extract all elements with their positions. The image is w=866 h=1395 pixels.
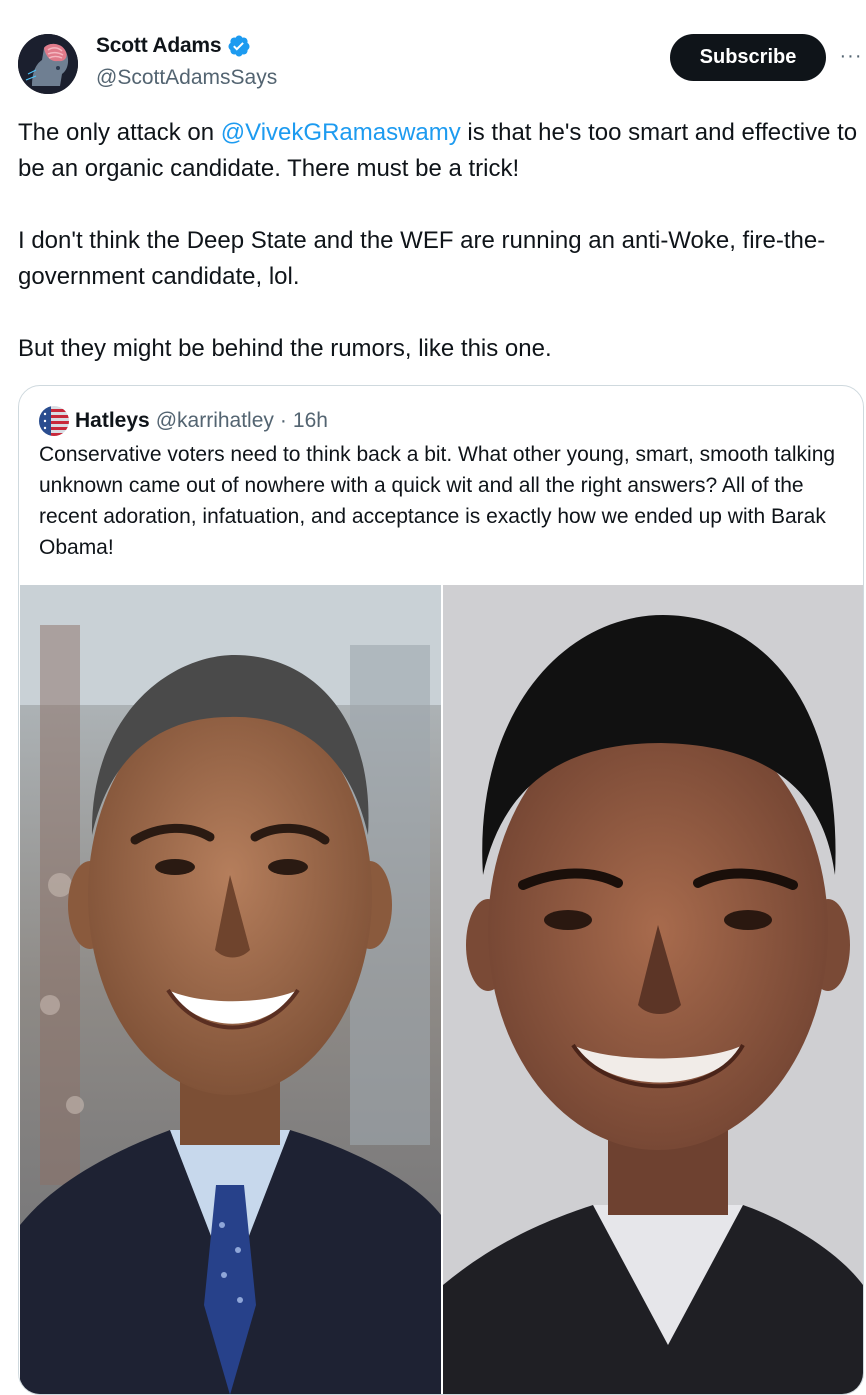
verified-badge-icon	[228, 35, 250, 57]
quoted-tweet-header: Hatleys @karrihatley · 16h	[39, 406, 328, 436]
mention-link[interactable]: @VivekGRamaswamy	[221, 119, 461, 146]
tweet-text-segment: The only attack on	[18, 119, 221, 146]
tweet-paragraph-3: But they might be behind the rumors, lik…	[18, 335, 552, 362]
portrait-photo-left[interactable]	[20, 585, 441, 1394]
tweet-text: The only attack on @VivekGRamaswamy is t…	[18, 115, 858, 367]
separator-dot: ·	[279, 409, 287, 432]
subscribe-button[interactable]: Subscribe	[670, 34, 826, 81]
quoted-author-name[interactable]: Hatleys	[75, 409, 150, 433]
more-options-icon[interactable]: ···	[836, 38, 866, 74]
flag-avatar-icon	[39, 406, 69, 436]
author-display-name[interactable]: Scott Adams	[96, 34, 222, 58]
author-handle[interactable]: @ScottAdamsSays	[96, 66, 277, 90]
author-name-row: Scott Adams	[96, 34, 251, 58]
brain-head-avatar-icon	[18, 34, 78, 94]
portrait-photo-left-image	[20, 585, 441, 1394]
portrait-photo-right[interactable]	[443, 585, 863, 1394]
quoted-tweet[interactable]: Hatleys @karrihatley · 16h Conservative …	[18, 385, 864, 1395]
portrait-photo-right-image	[443, 585, 863, 1394]
quoted-tweet-text: Conservative voters need to think back a…	[39, 443, 836, 559]
quoted-timestamp[interactable]: 16h	[293, 409, 328, 433]
tweet-header: Scott Adams @ScottAdamsSays Subscribe ··…	[0, 0, 866, 110]
quoted-media-grid	[20, 585, 863, 1394]
author-avatar[interactable]	[18, 34, 78, 94]
tweet-paragraph-2: I don't think the Deep State and the WEF…	[18, 227, 826, 290]
quoted-author-avatar[interactable]	[39, 406, 69, 436]
tweet-paragraph-1: The only attack on @VivekGRamaswamy is t…	[18, 115, 858, 187]
quoted-author-handle[interactable]: @karrihatley	[156, 409, 274, 433]
